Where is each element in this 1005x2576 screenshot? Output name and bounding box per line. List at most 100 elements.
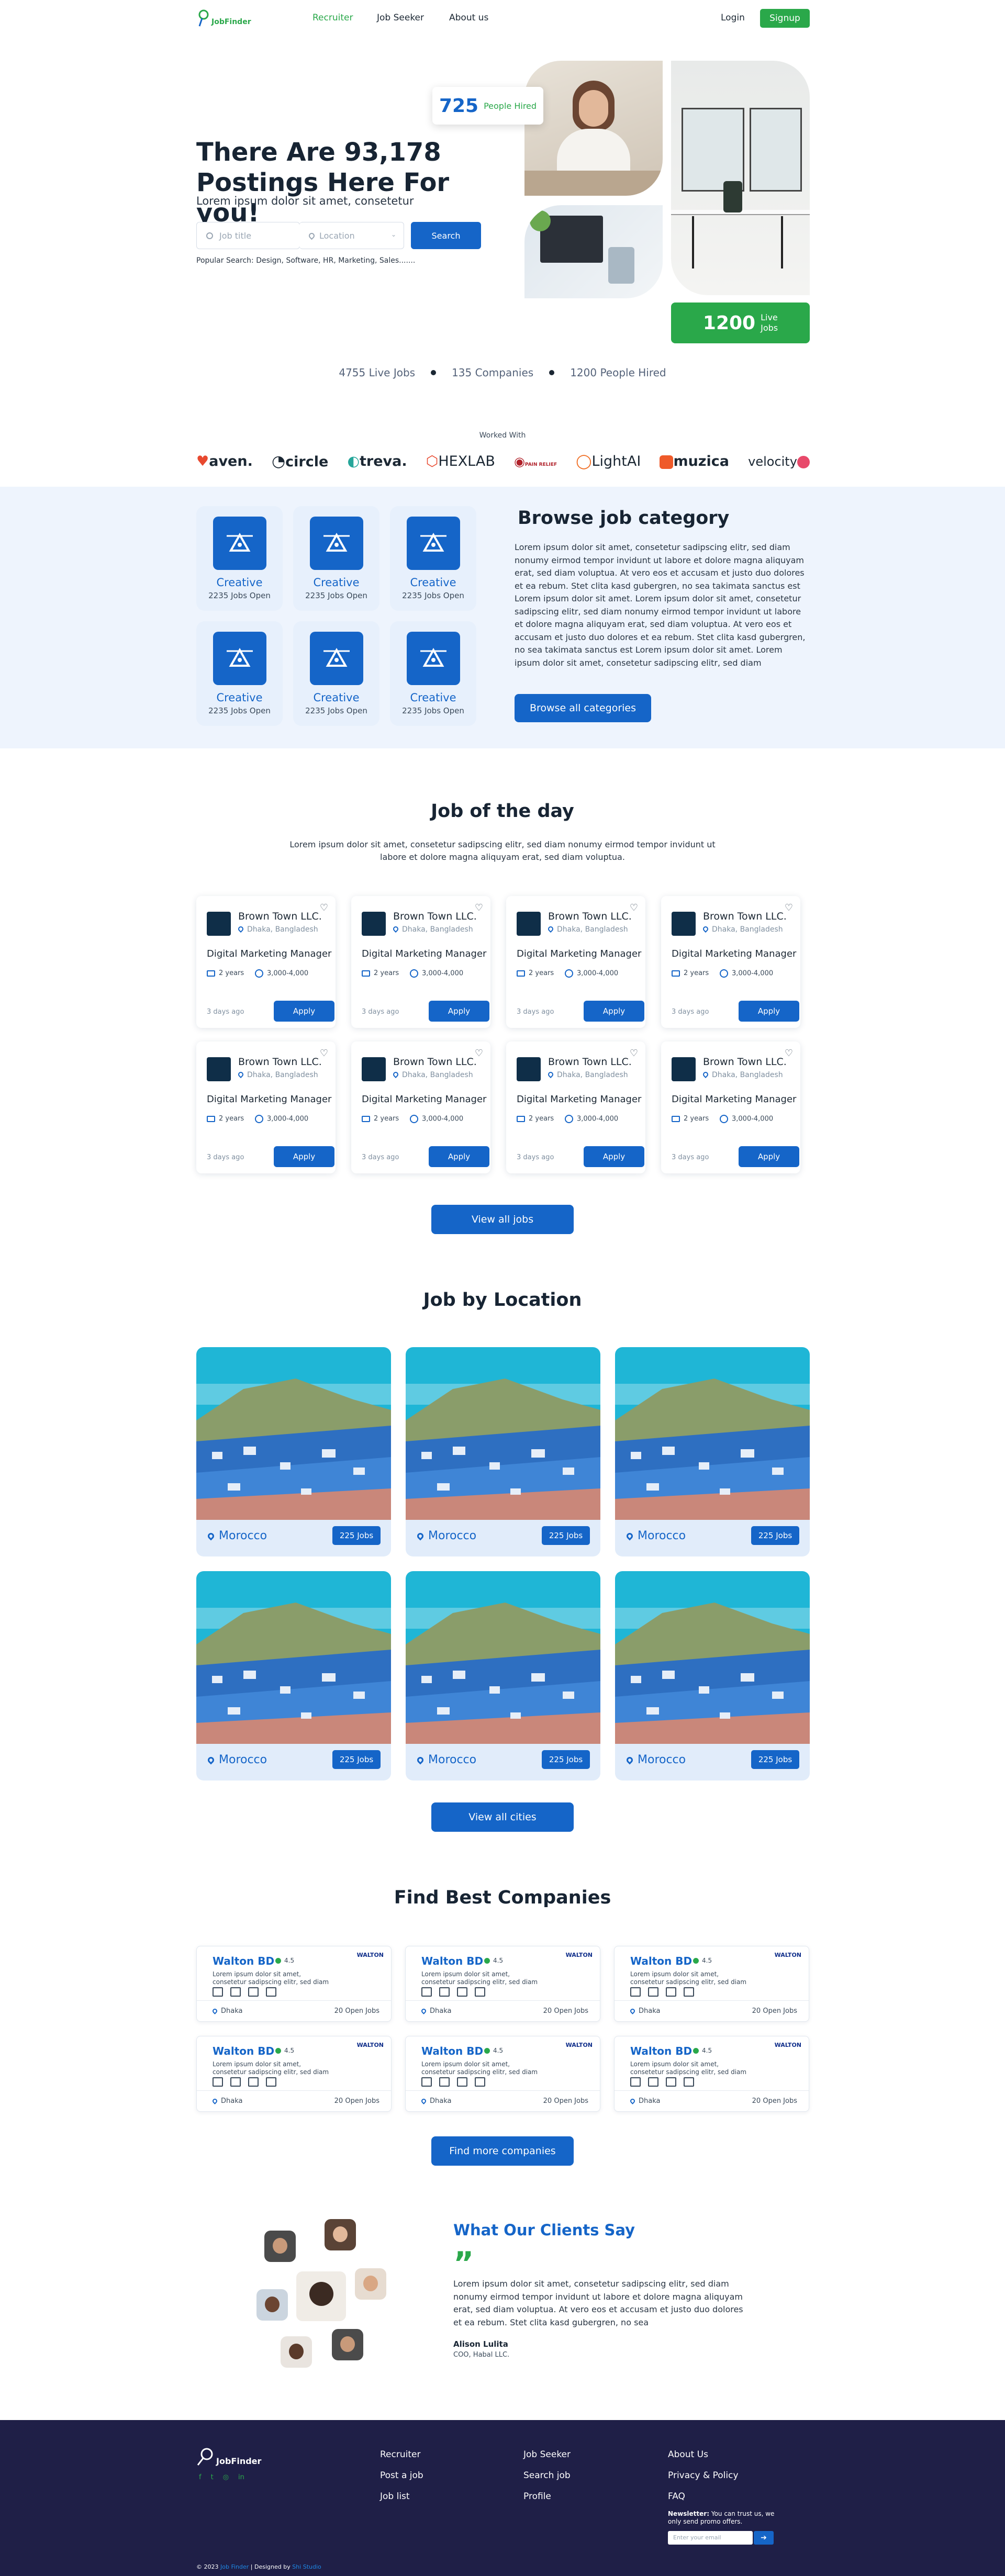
briefcase-icon xyxy=(362,1115,370,1122)
company-name: Walton BD xyxy=(630,1955,693,1967)
briefcase-icon xyxy=(517,970,525,977)
nav-link-job-seeker[interactable]: Job Seeker xyxy=(377,13,424,23)
footer-link-about[interactable]: About Us xyxy=(668,2449,708,2460)
apply-button[interactable]: Apply xyxy=(584,1001,644,1022)
job-card[interactable]: ♡ Brown Town LLC. Dhaka, Bangladesh Digital… xyxy=(351,1041,490,1173)
copyright-brand[interactable]: Job Finder xyxy=(220,2563,249,2570)
search-button[interactable]: Search xyxy=(411,222,481,249)
company-name: Walton BD xyxy=(421,1955,484,1967)
verified-icon xyxy=(693,1958,699,1964)
experience: 2 years xyxy=(207,969,244,977)
job-card[interactable]: ♡ Brown Town LLC. Dhaka, Bangladesh Digital… xyxy=(661,1041,800,1173)
newsletter-submit-button[interactable]: ➔ xyxy=(754,2531,774,2545)
stat-people-hired: 1200 People Hired xyxy=(570,366,666,379)
footer-link-job-list[interactable]: Job list xyxy=(380,2491,410,2502)
stats-bar: 4755 Live Jobs 135 Companies 1200 People… xyxy=(0,366,1005,379)
city-card[interactable]: Morocco 225 Jobs xyxy=(406,1347,600,1556)
city-card[interactable]: Morocco 225 Jobs xyxy=(615,1571,810,1780)
partner-lightai-label: LightAI xyxy=(591,453,641,469)
location-text: Dhaka, Bangladesh xyxy=(557,925,628,934)
category-card[interactable]: Creative 2235 Jobs Open xyxy=(196,506,283,611)
find-more-companies-button[interactable]: Find more companies xyxy=(431,2136,574,2166)
apply-button[interactable]: Apply xyxy=(429,1001,489,1022)
category-card[interactable]: Creative 2235 Jobs Open xyxy=(390,506,476,611)
stat-companies: 135 Companies xyxy=(452,366,534,379)
company-feature-icons xyxy=(421,1987,485,1997)
popular-searches: Popular Search: Design, Software, HR, Ma… xyxy=(196,256,416,265)
linkedin-icon[interactable]: in xyxy=(238,2473,244,2481)
company-location-text: Dhaka xyxy=(639,2007,661,2015)
pen-tool-icon xyxy=(226,647,253,667)
category-icon-box xyxy=(309,517,363,570)
job-card[interactable]: ♡ Brown Town LLC. Dhaka, Bangladesh Digital… xyxy=(196,1041,336,1173)
job-card[interactable]: ♡ Brown Town LLC. Dhaka, Bangladesh Digital… xyxy=(506,1041,645,1173)
instagram-icon[interactable]: ◎ xyxy=(223,2473,229,2481)
apply-button[interactable]: Apply xyxy=(584,1146,644,1167)
footer-link-search-job[interactable]: Search job xyxy=(523,2470,571,2481)
location-pin-icon xyxy=(625,1755,634,1764)
company-logo xyxy=(672,1057,696,1081)
chat-icon xyxy=(684,2077,694,2087)
signup-button[interactable]: Signup xyxy=(760,9,810,28)
city-card[interactable]: Morocco 225 Jobs xyxy=(406,1571,600,1780)
designer-link[interactable]: Shi Studio xyxy=(292,2563,321,2570)
client-avatar-5 xyxy=(355,2268,386,2300)
company-card[interactable]: Walton BD 4.5 WALTON Lorem ipsum dolor sit … xyxy=(405,1946,600,2022)
location-icon xyxy=(546,925,555,933)
apply-button[interactable]: Apply xyxy=(274,1001,334,1022)
facebook-icon[interactable]: f xyxy=(199,2473,202,2481)
login-link[interactable]: Login xyxy=(721,13,745,23)
company-card[interactable]: Walton BD 4.5 WALTON Lorem ipsum dolor sit … xyxy=(405,2036,600,2112)
footer-link-profile[interactable]: Profile xyxy=(523,2491,551,2502)
city-card[interactable]: Morocco 225 Jobs xyxy=(196,1571,391,1780)
open-jobs-count: 20 Open Jobs xyxy=(752,2007,797,2015)
apply-button[interactable]: Apply xyxy=(274,1146,334,1167)
salary-text: 3,000-4,000 xyxy=(732,969,774,978)
footer-link-privacy[interactable]: Privacy & Policy xyxy=(668,2470,739,2481)
job-card[interactable]: ♡ Brown Town LLC. Dhaka, Bangladesh Digital… xyxy=(196,896,336,1028)
footer-brand[interactable]: JobFinder xyxy=(196,2447,261,2466)
location-pin-icon xyxy=(206,1755,216,1764)
chevron-down-icon: ⌄ xyxy=(390,231,396,238)
category-card[interactable]: Creative 2235 Jobs Open xyxy=(390,621,476,726)
company-card[interactable]: Walton BD 4.5 WALTON Lorem ipsum dolor sit … xyxy=(196,1946,392,2022)
city-card[interactable]: Morocco 225 Jobs xyxy=(196,1347,391,1556)
footer-link-recruiter[interactable]: Recruiter xyxy=(380,2449,420,2460)
location-icon xyxy=(629,2008,636,2014)
rating-value: 4.5 xyxy=(702,1957,712,1964)
job-card[interactable]: ♡ Brown Town LLC. Dhaka, Bangladesh Digital… xyxy=(351,896,490,1028)
footer-link-job-seeker[interactable]: Job Seeker xyxy=(523,2449,571,2460)
category-card[interactable]: Creative 2235 Jobs Open xyxy=(196,621,283,726)
browse-categories-button[interactable]: Browse all categories xyxy=(515,694,651,722)
partner-muzica: muzica xyxy=(660,453,729,469)
category-card[interactable]: Creative 2235 Jobs Open xyxy=(293,506,379,611)
location-select[interactable]: Location ⌄ xyxy=(299,222,404,249)
city-card[interactable]: Morocco 225 Jobs xyxy=(615,1347,810,1556)
view-all-jobs-button[interactable]: View all jobs xyxy=(431,1205,574,1234)
newsletter-label: Newsletter: xyxy=(668,2510,709,2517)
salary: 3,000-4,000 xyxy=(410,969,463,978)
apply-button[interactable]: Apply xyxy=(429,1146,489,1167)
twitter-icon[interactable]: t xyxy=(211,2473,214,2481)
footer-link-post-job[interactable]: Post a job xyxy=(380,2470,423,2481)
city-jobs-badge: 225 Jobs xyxy=(332,1750,381,1769)
job-title-input[interactable]: Job title xyxy=(196,222,300,249)
experience: 2 years xyxy=(672,1115,709,1123)
hero-title: There Are 93,178 Postings Here For you! xyxy=(196,138,450,228)
nav-link-recruiter[interactable]: Recruiter xyxy=(312,13,353,23)
job-card[interactable]: ♡ Brown Town LLC. Dhaka, Bangladesh Digital… xyxy=(661,896,800,1028)
apply-button[interactable]: Apply xyxy=(739,1001,799,1022)
footer-link-faq[interactable]: FAQ xyxy=(668,2491,685,2502)
hero-photo-desk xyxy=(524,205,663,298)
nav-link-about-us[interactable]: About us xyxy=(449,13,488,23)
view-all-cities-button[interactable]: View all cities xyxy=(431,1802,574,1832)
company-card[interactable]: Walton BD 4.5 WALTON Lorem ipsum dolor sit … xyxy=(614,1946,809,2022)
company-card[interactable]: Walton BD 4.5 WALTON Lorem ipsum dolor sit … xyxy=(196,2036,392,2112)
apply-button[interactable]: Apply xyxy=(739,1146,799,1167)
company-location: Dhaka, Bangladesh xyxy=(392,1070,473,1079)
company-card[interactable]: Walton BD 4.5 WALTON Lorem ipsum dolor sit … xyxy=(614,2036,809,2112)
job-card[interactable]: ♡ Brown Town LLC. Dhaka, Bangladesh Digital… xyxy=(506,896,645,1028)
newsletter-email-input[interactable]: Enter your email xyxy=(668,2531,753,2545)
brand-logo[interactable]: JobFinder xyxy=(198,9,251,27)
category-card[interactable]: Creative 2235 Jobs Open xyxy=(293,621,379,726)
